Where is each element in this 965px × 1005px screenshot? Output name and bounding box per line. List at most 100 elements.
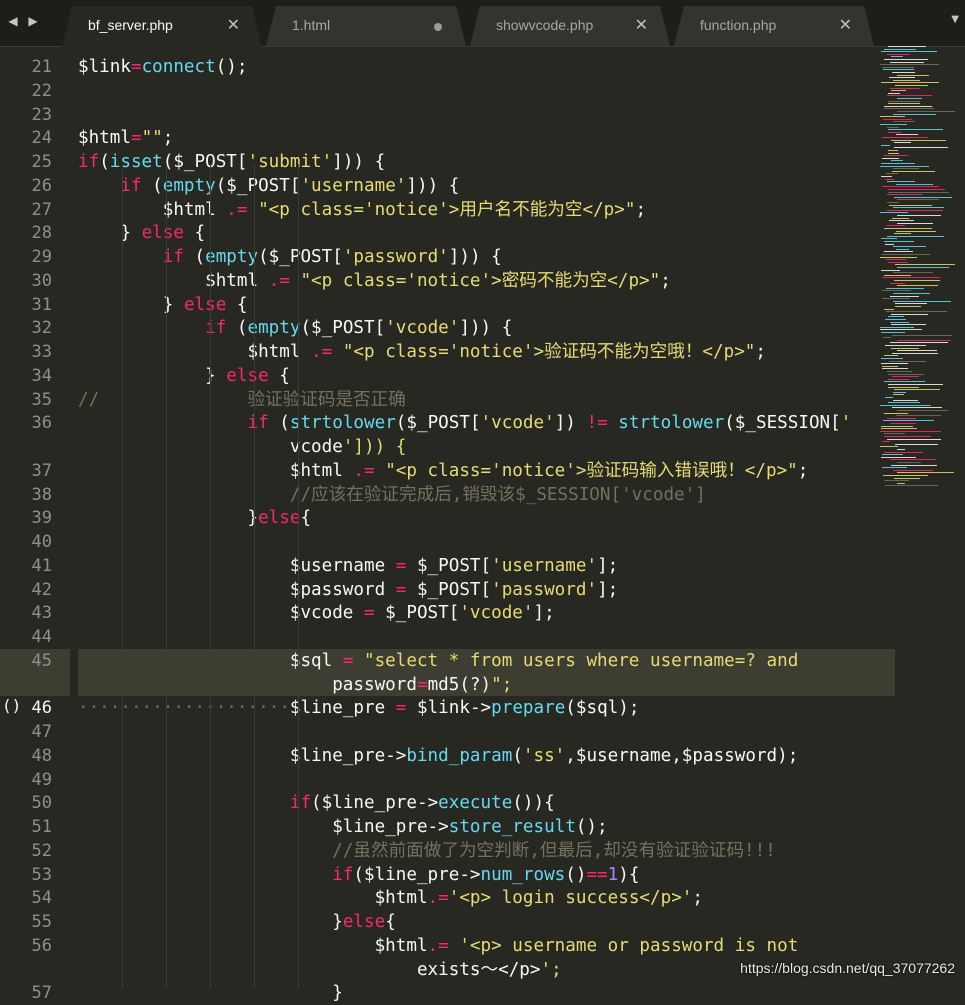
minimap-line (882, 298, 910, 300)
minimap-line (882, 137, 928, 138)
minimap-line (887, 202, 899, 203)
minimap-line (897, 482, 905, 484)
minimap-line (881, 82, 939, 84)
minimap-line (888, 129, 943, 131)
minimap-line (895, 306, 921, 307)
minimap-line (889, 220, 914, 222)
tab-label: 1.html (292, 17, 331, 33)
minimap-line (885, 345, 926, 346)
close-icon[interactable]: ✕ (227, 15, 240, 34)
minimap-line (897, 222, 933, 224)
minimap-line (892, 334, 952, 336)
minimap-line (893, 300, 951, 302)
minimap-line (882, 186, 939, 188)
minimap-line (890, 295, 919, 297)
minimap-line (884, 108, 934, 110)
line-number: 38 (31, 484, 52, 505)
minimap[interactable] (876, 46, 965, 988)
line-number: 26 (31, 175, 52, 196)
minimap-line (880, 212, 908, 214)
code-editor[interactable]: $link=connect(); $html=""; if(isset($_POST… (78, 46, 895, 1003)
line-number: 39 (31, 508, 52, 529)
line-number (2, 958, 52, 982)
chevron-left-icon[interactable]: ◀ (6, 12, 20, 30)
line-number: 30 (31, 270, 52, 291)
minimap-line (891, 324, 926, 326)
line-number: 24 (31, 128, 52, 149)
minimap-line (891, 90, 906, 92)
minimap-line (895, 264, 955, 266)
code-line: $sql = "select * from users where userna… (78, 650, 809, 671)
minimap-line (889, 204, 932, 206)
tab-bf-server[interactable]: bf_server.php ✕ (62, 6, 262, 47)
minimap-line (897, 199, 939, 201)
code-line: } else { (78, 365, 290, 386)
line-number: 53 (31, 864, 52, 885)
minimap-line (897, 74, 929, 76)
chevron-down-icon[interactable]: ▼ (951, 14, 959, 25)
minimap-line (884, 105, 932, 107)
minimap-line (887, 126, 899, 128)
code-line: if($line_pre->num_rows()==1){ (332, 864, 640, 885)
minimap-line (882, 454, 903, 456)
minimap-line (897, 462, 921, 463)
code-line: password=md5(?)"; (78, 674, 513, 695)
code-line: // 验证验证码是否正确 (78, 389, 406, 410)
code-line: if (strtolower($_POST['vcode']) != strto… (247, 413, 852, 434)
minimap-line (882, 467, 907, 469)
line-number: 25 (31, 152, 52, 172)
minimap-line (888, 402, 920, 404)
minimap-line (886, 311, 947, 313)
line-number: 33 (31, 342, 52, 362)
minimap-line (894, 477, 920, 479)
minimap-line (880, 329, 922, 331)
chevron-right-icon[interactable]: ▶ (26, 12, 40, 30)
minimap-line (894, 280, 940, 281)
code-line: $vcode = $_POST['vcode']; (78, 603, 555, 624)
code-line: if (empty($_POST['username'])) { (120, 175, 460, 196)
minimap-line (890, 61, 924, 63)
minimap-line (880, 326, 914, 328)
minimap-line (884, 251, 913, 253)
code-line: $html.='<p> login success</p>'; (78, 888, 703, 909)
minimap-line (882, 277, 940, 279)
minimap-line (883, 420, 934, 422)
minimap-line (887, 194, 922, 196)
minimap-line (881, 428, 917, 430)
line-number: 49 (31, 769, 52, 790)
minimap-line (896, 230, 936, 232)
code-line: $line_pre->store_result(); (78, 817, 608, 837)
minimap-line (896, 183, 933, 185)
tab-bar: ◀ ▶ bf_server.php ✕ 1.html showvcode.php… (0, 0, 965, 47)
close-icon[interactable]: ✕ (635, 15, 648, 34)
code-line: vcode'])) { (78, 437, 407, 457)
bracket-match-icon: () (2, 696, 22, 716)
minimap-line (893, 121, 915, 123)
code-line: ····················$line_pre = $link->p… (78, 698, 640, 719)
minimap-line (885, 485, 938, 487)
minimap-line (884, 308, 894, 310)
minimap-line (887, 181, 915, 183)
tab-showvcode[interactable]: showvcode.php ✕ (470, 6, 670, 46)
line-number: 27 (31, 199, 52, 220)
minimap-line (887, 95, 932, 97)
minimap-line (880, 116, 905, 118)
code-line: exists～</p>'; (78, 959, 562, 980)
code-line: $line_pre->bind_param('ss',$username,$pa… (78, 745, 799, 766)
close-icon[interactable]: ✕ (839, 15, 852, 34)
minimap-line (891, 139, 946, 141)
code-line: $link=connect(); (78, 57, 248, 77)
minimap-line (897, 98, 922, 99)
tab-1-html[interactable]: 1.html (266, 6, 466, 46)
minimap-line (896, 415, 941, 417)
minimap-line (885, 178, 894, 180)
unsaved-dot-icon[interactable] (434, 23, 442, 31)
tab-function[interactable]: function.php ✕ (674, 6, 874, 46)
minimap-line (891, 313, 928, 315)
minimap-line (884, 451, 923, 453)
minimap-line (896, 134, 918, 136)
minimap-line (882, 290, 911, 292)
tab-label: bf_server.php (88, 17, 173, 33)
minimap-line (884, 436, 931, 437)
minimap-line (897, 410, 948, 411)
